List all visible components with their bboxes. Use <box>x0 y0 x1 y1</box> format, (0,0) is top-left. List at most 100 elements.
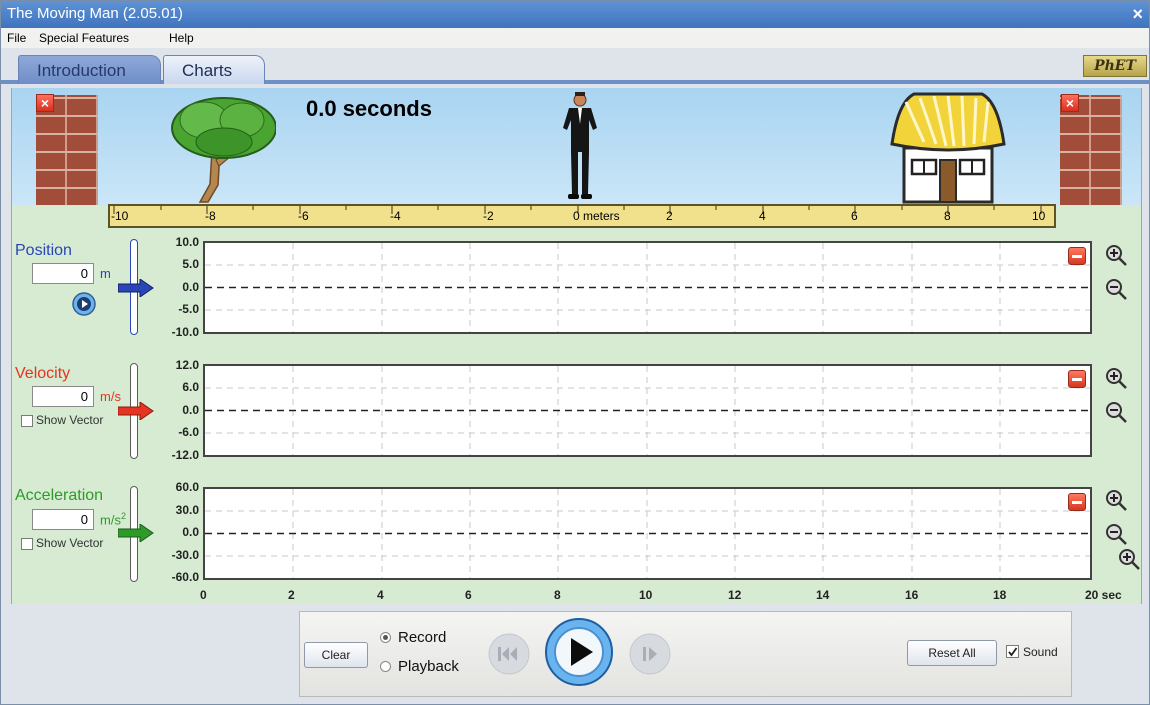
phet-logo[interactable]: PhET <box>1083 55 1147 77</box>
velocity-show-vector-box[interactable] <box>21 414 33 427</box>
ruler-tick-label: 2 <box>666 209 673 223</box>
playback-radio[interactable]: Playback <box>380 658 459 675</box>
ruler-tick-label: 8 <box>944 209 951 223</box>
acceleration-zoom-out-icon[interactable] <box>1105 523 1127 545</box>
position-minimize-button[interactable] <box>1068 247 1086 265</box>
tree-icon <box>171 97 276 203</box>
time-axis-tick: 4 <box>377 588 384 602</box>
velocity-zoom-in-icon[interactable] <box>1105 367 1127 389</box>
tab-strip: Introduction Charts PhET <box>1 48 1149 84</box>
position-unit: m <box>100 266 111 281</box>
sound-checkbox-box[interactable] <box>1006 645 1019 659</box>
time-axis-tick: 16 <box>905 588 919 602</box>
step-forward-icon[interactable] <box>628 632 672 676</box>
position-zoom-out-icon[interactable] <box>1105 278 1127 300</box>
time-axis-tick: 14 <box>816 588 830 602</box>
acceleration-show-vector-checkbox[interactable]: Show Vector <box>21 536 103 550</box>
playback-radio-dot[interactable] <box>380 660 391 672</box>
ruler-tick-label: -10 <box>111 209 129 223</box>
time-axis-tick: 0 <box>200 588 207 602</box>
velocity-minimize-button[interactable] <box>1068 370 1086 388</box>
acceleration-value-field[interactable] <box>32 509 94 530</box>
acceleration-y-tick: 0.0 <box>182 525 199 539</box>
velocity-show-vector-checkbox[interactable]: Show Vector <box>21 413 103 427</box>
acceleration-y-tick: 60.0 <box>175 480 199 494</box>
menu-special-features[interactable]: Special Features <box>39 31 129 45</box>
time-axis-tick: 18 <box>993 588 1007 602</box>
clear-button[interactable]: Clear <box>304 642 368 668</box>
ruler-tick-label: -8 <box>205 209 216 223</box>
title-bar: The Moving Man (2.05.01) × <box>1 1 1149 28</box>
ruler-tick-label: 10 <box>1032 209 1046 223</box>
acceleration-unit-exponent: 2 <box>120 511 126 521</box>
position-graph[interactable] <box>203 241 1092 334</box>
reset-all-button[interactable]: Reset All <box>907 640 997 666</box>
acceleration-y-tick: -30.0 <box>171 548 199 562</box>
sound-label: Sound <box>1023 645 1058 659</box>
acceleration-graph[interactable] <box>203 487 1092 580</box>
velocity-label: Velocity <box>15 365 71 382</box>
time-axis-tick: 8 <box>554 588 561 602</box>
playback-control-panel: Clear Record Playback Reset All Sound <box>299 611 1072 697</box>
rewind-icon[interactable] <box>487 632 531 676</box>
house-icon <box>890 92 1006 204</box>
acceleration-y-tick: -60.0 <box>171 570 199 584</box>
velocity-y-tick: -6.0 <box>178 425 199 439</box>
position-y-tick: 0.0 <box>182 280 199 294</box>
window-title: The Moving Man (2.05.01) <box>7 5 183 22</box>
tab-introduction[interactable]: Introduction <box>18 55 161 84</box>
play-area: × × 0.0 seconds -10 -8 -6 -4 -2 0 meters… <box>11 88 1142 228</box>
moving-man-figure[interactable] <box>557 90 603 204</box>
acceleration-show-vector-label: Show Vector <box>36 536 104 550</box>
right-wall-remove-button[interactable]: × <box>1061 94 1079 112</box>
moving-man-window: The Moving Man (2.05.01) × File Special … <box>0 0 1150 705</box>
horizontal-zoom-icon[interactable] <box>1118 548 1140 570</box>
time-axis-tick: 6 <box>465 588 472 602</box>
tab-charts[interactable]: Charts <box>163 55 265 84</box>
velocity-value-field[interactable] <box>32 386 94 407</box>
velocity-y-tick: 12.0 <box>175 358 199 372</box>
acceleration-zoom-in-icon[interactable] <box>1105 489 1127 511</box>
acceleration-show-vector-box[interactable] <box>21 537 33 550</box>
position-value-field[interactable] <box>32 263 94 284</box>
playback-label: Playback <box>398 658 459 675</box>
time-axis-tick: 2 <box>288 588 295 602</box>
acceleration-graph-grid <box>205 489 1090 578</box>
position-y-tick: -10.0 <box>171 325 199 339</box>
menu-help[interactable]: Help <box>169 31 194 45</box>
ruler-tick-label: 4 <box>759 209 766 223</box>
play-icon[interactable] <box>544 617 614 687</box>
sound-checkbox[interactable]: Sound <box>1006 645 1058 659</box>
acceleration-label: Acceleration <box>15 487 104 504</box>
velocity-zoom-out-icon[interactable] <box>1105 401 1127 423</box>
position-y-tick: 5.0 <box>182 257 199 271</box>
position-y-tick: 10.0 <box>175 235 199 249</box>
position-graph-grid <box>205 243 1090 332</box>
close-window-button[interactable]: × <box>1132 4 1143 25</box>
record-radio[interactable]: Record <box>380 629 446 646</box>
record-radio-dot[interactable] <box>380 631 391 643</box>
velocity-show-vector-label: Show Vector <box>36 413 104 427</box>
charts-section: Position m 10.0 5.0 0.0 -5.0 -10.0 <box>11 206 1142 604</box>
left-wall-remove-button[interactable]: × <box>36 94 54 112</box>
menu-bar: File Special Features Help <box>1 28 1149 48</box>
velocity-y-tick: 6.0 <box>182 380 199 394</box>
ruler-tick-label: 6 <box>851 209 858 223</box>
acceleration-y-tick: 30.0 <box>175 503 199 517</box>
time-axis-tick: 12 <box>728 588 742 602</box>
time-axis-tick: 20 sec <box>1085 588 1122 602</box>
menu-file[interactable]: File <box>7 31 26 45</box>
ruler-tick-label: -2 <box>483 209 494 223</box>
velocity-graph[interactable] <box>203 364 1092 457</box>
position-zoom-in-icon[interactable] <box>1105 244 1127 266</box>
elapsed-time: 0.0 seconds <box>306 96 432 121</box>
time-axis-tick: 10 <box>639 588 653 602</box>
ruler-tick-label: -4 <box>390 209 401 223</box>
ruler-tick-label: 0 meters <box>573 209 620 223</box>
ruler-tick-label: -6 <box>298 209 309 223</box>
velocity-graph-grid <box>205 366 1090 455</box>
checkmark-icon <box>1008 647 1018 657</box>
record-label: Record <box>398 629 447 646</box>
acceleration-minimize-button[interactable] <box>1068 493 1086 511</box>
position-play-icon[interactable] <box>72 292 96 316</box>
